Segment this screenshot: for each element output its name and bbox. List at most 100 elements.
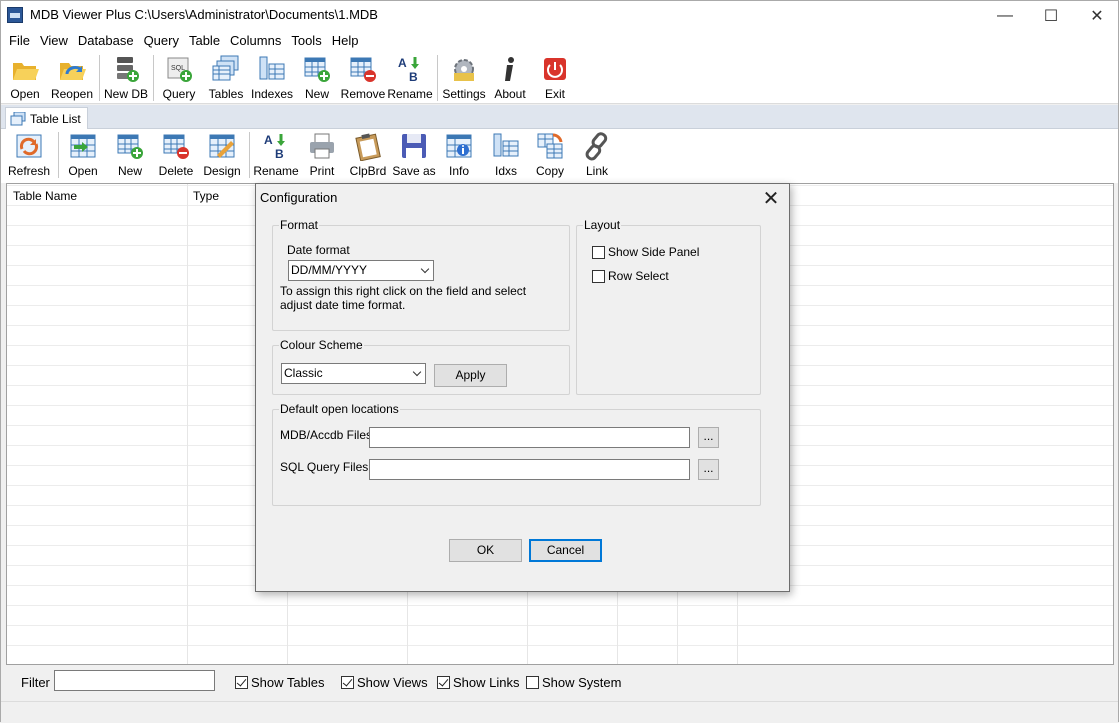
idxs-button[interactable]: Idxs bbox=[489, 131, 523, 181]
exit-button[interactable]: Exit bbox=[537, 54, 573, 104]
checkbox-box[interactable] bbox=[235, 676, 248, 689]
delete-table-button[interactable]: Delete bbox=[156, 131, 196, 181]
open-db-button[interactable]: Open bbox=[5, 54, 45, 104]
status-bar bbox=[1, 701, 1118, 723]
show-views-checkbox[interactable]: Show Views bbox=[341, 675, 428, 690]
folder-open-icon bbox=[13, 63, 39, 80]
refresh-icon bbox=[16, 134, 42, 158]
save-as-button[interactable]: Save as bbox=[392, 131, 436, 181]
design-table-button[interactable]: Design bbox=[202, 131, 242, 181]
table-list-icon bbox=[10, 111, 26, 125]
chevron-down-icon bbox=[420, 264, 430, 274]
menu-columns[interactable]: Columns bbox=[225, 30, 286, 52]
chevron-down-icon bbox=[412, 367, 422, 377]
mdb-files-label: MDB/Accdb Files bbox=[280, 428, 373, 442]
maximize-button[interactable]: ☐ bbox=[1028, 1, 1074, 30]
print-button[interactable]: Print bbox=[305, 131, 339, 181]
ok-button[interactable]: OK bbox=[449, 539, 522, 562]
column-header-type[interactable]: Type bbox=[193, 189, 219, 203]
toolbar-separator bbox=[437, 55, 438, 101]
date-format-label: Date format bbox=[287, 243, 350, 257]
tables-button[interactable]: Tables bbox=[206, 54, 246, 104]
new-database-icon bbox=[117, 57, 139, 82]
show-links-checkbox[interactable]: Show Links bbox=[437, 675, 519, 690]
clipboard-button[interactable]: ClpBrd bbox=[349, 131, 387, 181]
menu-file[interactable]: File bbox=[4, 30, 35, 52]
menu-view[interactable]: View bbox=[35, 30, 73, 52]
reopen-button[interactable]: Reopen bbox=[49, 54, 95, 104]
link-icon bbox=[585, 132, 608, 161]
show-side-panel-checkbox[interactable]: Show Side Panel bbox=[592, 245, 699, 259]
default-locations-group-label: Default open locations bbox=[279, 402, 400, 416]
show-tables-checkbox[interactable]: Show Tables bbox=[235, 675, 324, 690]
open-table-button[interactable]: Open bbox=[65, 131, 101, 181]
dialog-title: Configuration bbox=[260, 190, 338, 205]
format-group: Format Date format DD/MM/YYYY To assign … bbox=[272, 218, 570, 331]
apply-button[interactable]: Apply bbox=[434, 364, 507, 387]
filter-bar: Filter Show Tables Show Views Show Links… bbox=[1, 665, 1118, 701]
indexes-icon bbox=[259, 56, 285, 80]
grid-column-divider bbox=[187, 184, 188, 664]
menu-help[interactable]: Help bbox=[327, 30, 364, 52]
column-header-table-name[interactable]: Table Name bbox=[13, 189, 77, 203]
link-table-button[interactable]: Link bbox=[582, 131, 612, 181]
rename-button[interactable]: AB Rename bbox=[387, 54, 432, 104]
show-system-checkbox[interactable]: Show System bbox=[526, 675, 621, 690]
filter-label: Filter bbox=[21, 675, 50, 690]
menu-table[interactable]: Table bbox=[184, 30, 225, 52]
remove-table-icon bbox=[350, 57, 376, 82]
copy-table-icon bbox=[537, 133, 563, 159]
checkbox-box[interactable] bbox=[592, 245, 605, 259]
about-button[interactable]: About bbox=[491, 54, 529, 104]
date-format-select[interactable]: DD/MM/YYYY bbox=[288, 260, 434, 281]
menu-query[interactable]: Query bbox=[139, 30, 184, 52]
open-table-icon bbox=[70, 134, 96, 158]
row-select-checkbox[interactable]: Row Select bbox=[592, 269, 669, 283]
menu-database[interactable]: Database bbox=[73, 30, 139, 52]
rename-table-button[interactable]: AB Rename bbox=[253, 131, 298, 181]
checkbox-box[interactable] bbox=[526, 676, 539, 689]
indexes-button[interactable]: Indexes bbox=[251, 54, 293, 104]
sql-files-browse-button[interactable]: ... bbox=[698, 459, 719, 480]
new-table-button-2[interactable]: New bbox=[112, 131, 148, 181]
sql-files-path-input[interactable] bbox=[369, 459, 690, 480]
clipboard-icon bbox=[355, 133, 381, 161]
copy-table-button[interactable]: Copy bbox=[533, 131, 567, 181]
tab-strip: Table List bbox=[1, 105, 1118, 129]
new-db-button[interactable]: New DB bbox=[103, 54, 149, 104]
checkbox-box[interactable] bbox=[341, 676, 354, 689]
app-logo-icon bbox=[7, 7, 23, 23]
colour-scheme-group-label: Colour Scheme bbox=[279, 338, 364, 352]
query-button[interactable]: SQL Query bbox=[159, 54, 199, 104]
menu-tools[interactable]: Tools bbox=[286, 30, 326, 52]
new-table-button[interactable]: New bbox=[299, 54, 335, 104]
tab-table-list[interactable]: Table List bbox=[5, 107, 88, 129]
rename-icon: AB bbox=[398, 56, 419, 84]
design-icon bbox=[209, 134, 235, 158]
checkbox-box[interactable] bbox=[592, 269, 605, 283]
dialog-close-button[interactable]: ✕ bbox=[761, 186, 781, 211]
colour-scheme-select[interactable]: Classic bbox=[281, 363, 426, 384]
svg-text:A: A bbox=[264, 133, 273, 147]
rename-icon: AB bbox=[264, 133, 285, 161]
mdb-files-path-input[interactable] bbox=[369, 427, 690, 448]
refresh-button[interactable]: Refresh bbox=[7, 131, 51, 181]
cancel-button[interactable]: Cancel bbox=[529, 539, 602, 562]
toolbar-separator bbox=[58, 132, 59, 178]
mdb-files-browse-button[interactable]: ... bbox=[698, 427, 719, 448]
filter-input[interactable] bbox=[54, 670, 215, 691]
settings-button[interactable]: Settings bbox=[442, 54, 486, 104]
minimize-button[interactable]: — bbox=[982, 1, 1028, 30]
checkbox-box[interactable] bbox=[437, 676, 450, 689]
info-icon bbox=[505, 57, 514, 81]
colour-scheme-group: Colour Scheme Classic Apply bbox=[272, 338, 570, 395]
close-window-button[interactable]: ✕ bbox=[1074, 1, 1119, 30]
menu-bar: File View Database Query Table Columns T… bbox=[1, 30, 1118, 52]
new-table-icon bbox=[117, 134, 143, 159]
table-info-icon bbox=[446, 134, 472, 158]
power-icon bbox=[544, 58, 566, 80]
info-table-button[interactable]: Info bbox=[443, 131, 475, 181]
remove-table-button[interactable]: Remove bbox=[341, 54, 385, 104]
delete-table-icon bbox=[163, 134, 189, 159]
sql-files-label: SQL Query Files bbox=[280, 460, 369, 474]
